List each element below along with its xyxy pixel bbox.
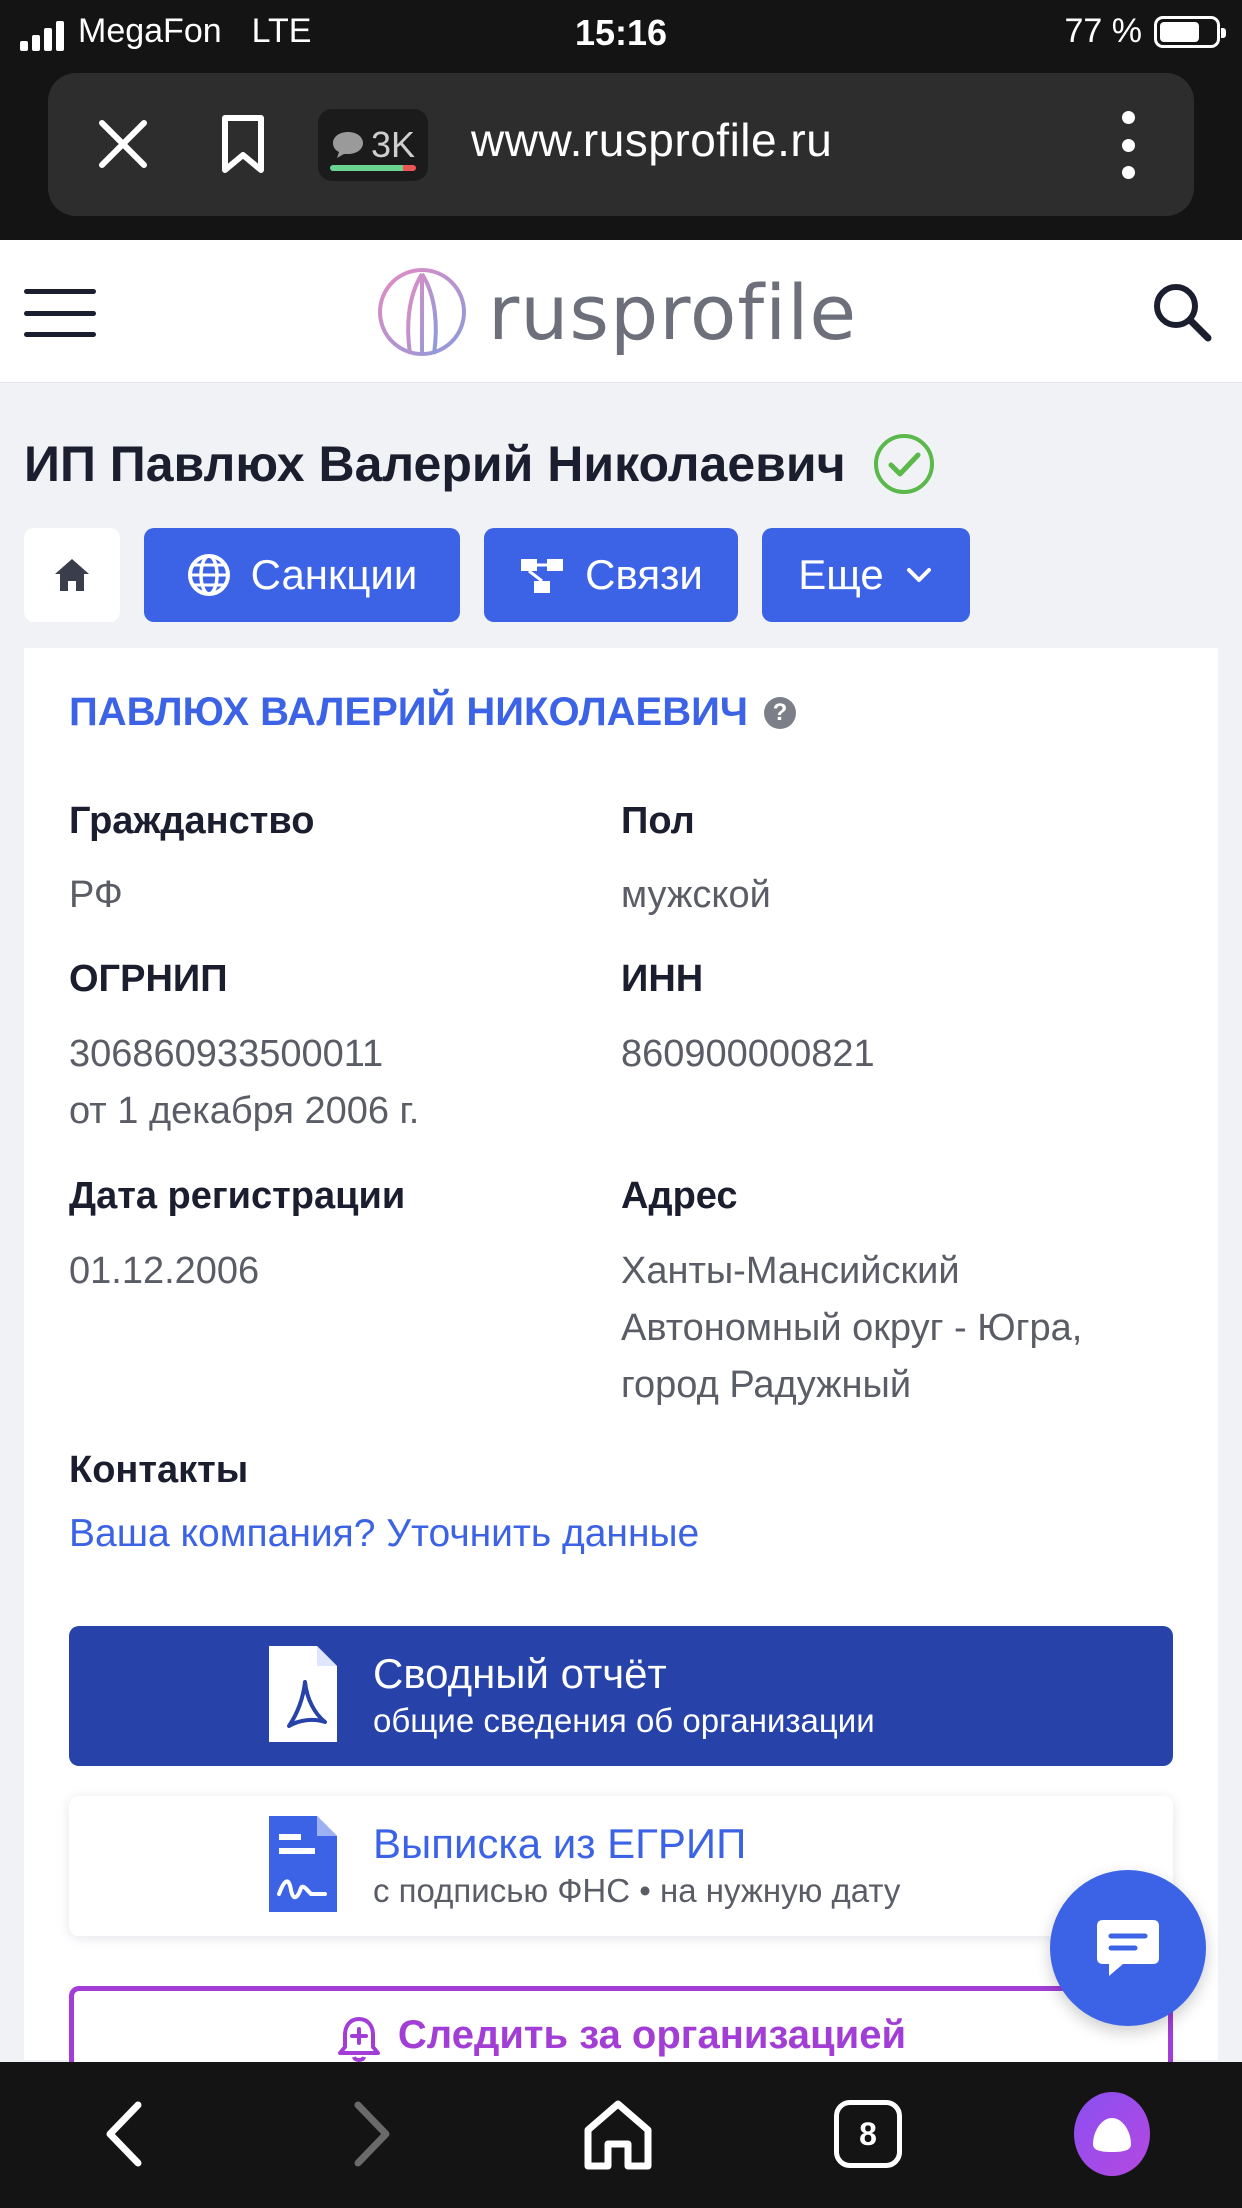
- pdf-icon: [269, 1646, 337, 1742]
- address-line-2: Автономный округ - Югра,: [621, 1307, 1083, 1349]
- forward-icon: [354, 2101, 390, 2167]
- citizenship-label: Гражданство: [69, 800, 315, 842]
- bookmark-icon[interactable]: [220, 113, 266, 175]
- gender-label: Пол: [621, 800, 695, 842]
- forward-button[interactable]: [334, 2096, 410, 2172]
- page-title: ИП Павлюх Валерий Николаевич: [24, 432, 936, 496]
- browser-bottom-bar: 8: [0, 2062, 1242, 2208]
- reg-date-value: 01.12.2006: [69, 1250, 260, 1292]
- summary-report-subtitle: общие сведения об организации: [373, 1702, 875, 1739]
- address-label: Адрес: [621, 1175, 738, 1217]
- logo-mark-icon: [378, 268, 466, 356]
- url-text[interactable]: www.rusprofile.ru: [471, 113, 832, 167]
- browser-top-chrome: MegaFon LTE 15:16 77 % 3K www.rusprofile…: [0, 0, 1242, 240]
- egrip-extract-button[interactable]: Выписка из ЕГРИП с подписью ФНС • на нуж…: [69, 1796, 1173, 1936]
- inn-label: ИНН: [621, 958, 704, 1000]
- tab-home[interactable]: [24, 528, 120, 622]
- person-name: ПАВЛЮХ ВАЛЕРИЙ НИКОЛАЕВИЧ ?: [69, 690, 796, 735]
- ogrnip-date: от 1 декабря 2006 г.: [69, 1090, 420, 1132]
- chevron-down-icon: [906, 568, 931, 582]
- info-card: ПАВЛЮХ ВАЛЕРИЙ НИКОЛАЕВИЧ ? Гражданство …: [24, 648, 1218, 2106]
- back-button[interactable]: [86, 2096, 162, 2172]
- more-vertical-icon[interactable]: [1118, 111, 1138, 179]
- tab-links[interactable]: Связи: [484, 528, 738, 622]
- browser-home-icon: [584, 2100, 652, 2170]
- search-icon[interactable]: [1150, 280, 1214, 344]
- ogrnip-label: ОГРНИП: [69, 958, 228, 1000]
- site-header: rusprofile: [0, 240, 1242, 383]
- tab-sanctions-label: Санкции: [250, 551, 418, 598]
- browser-home-button[interactable]: [580, 2096, 656, 2172]
- summary-report-title: Сводный отчёт: [373, 1650, 667, 1697]
- contacts-label: Контакты: [69, 1449, 249, 1491]
- comments-badge[interactable]: 3K: [318, 109, 428, 181]
- reg-date-label: Дата регистрации: [69, 1175, 406, 1217]
- comment-icon: [332, 132, 363, 158]
- egrip-extract-title: Выписка из ЕГРИП: [373, 1820, 747, 1867]
- chat-button[interactable]: [1050, 1870, 1206, 2026]
- tab-more-label: Еще: [798, 551, 884, 598]
- alice-icon: [1074, 2092, 1150, 2176]
- bell-plus-icon: [337, 2017, 380, 2062]
- address-line-3: город Радужный: [621, 1364, 912, 1406]
- alice-button[interactable]: [1074, 2092, 1150, 2176]
- home-icon: [55, 559, 89, 591]
- site-logo[interactable]: rusprofile: [376, 266, 857, 358]
- status-bar: MegaFon LTE 15:16 77 %: [0, 0, 1242, 64]
- person-name-text[interactable]: ПАВЛЮХ ВАЛЕРИЙ НИКОЛАЕВИЧ: [69, 690, 748, 735]
- page-tabs: Санкции Связи Еще: [24, 528, 970, 622]
- egrip-extract-subtitle: с подписью ФНС • на нужную дату: [373, 1872, 901, 1909]
- gender-value: мужской: [621, 874, 771, 916]
- clock: 15:16: [574, 12, 668, 53]
- verified-check-icon: [873, 434, 934, 494]
- tab-links-label: Связи: [585, 551, 703, 598]
- network-icon: [521, 559, 564, 593]
- logo-text: rusprofile: [488, 267, 858, 357]
- chat-icon: [1097, 1920, 1159, 1976]
- battery-percent: 77 %: [1064, 12, 1143, 50]
- address-line-1: Ханты-Мансийский: [621, 1250, 960, 1292]
- summary-report-button[interactable]: Сводный отчёт общие сведения об организа…: [69, 1626, 1173, 1766]
- tab-more[interactable]: Еще: [762, 528, 970, 622]
- citizenship-value: РФ: [69, 874, 123, 916]
- ogrnip-value: 306860933500011: [69, 1033, 384, 1075]
- inn-value: 860900000821: [621, 1033, 875, 1075]
- back-icon: [106, 2101, 142, 2167]
- tabs-icon: 8: [834, 2100, 902, 2168]
- status-right: 77 %: [1064, 12, 1226, 51]
- close-icon[interactable]: [92, 113, 154, 175]
- help-icon[interactable]: ?: [763, 696, 796, 729]
- battery-icon: [1154, 15, 1226, 48]
- menu-icon[interactable]: [24, 289, 96, 337]
- tabs-button[interactable]: 8: [830, 2096, 906, 2172]
- document-signature-icon: [269, 1816, 337, 1912]
- comments-count: 3K: [370, 124, 416, 165]
- address-bar[interactable]: 3K www.rusprofile.ru: [48, 73, 1194, 216]
- update-data-link[interactable]: Ваша компания? Уточнить данные: [69, 1512, 699, 1556]
- tab-sanctions[interactable]: Санкции: [144, 528, 460, 622]
- globe-icon: [187, 554, 230, 596]
- page-title-text: ИП Павлюх Валерий Николаевич: [24, 436, 846, 492]
